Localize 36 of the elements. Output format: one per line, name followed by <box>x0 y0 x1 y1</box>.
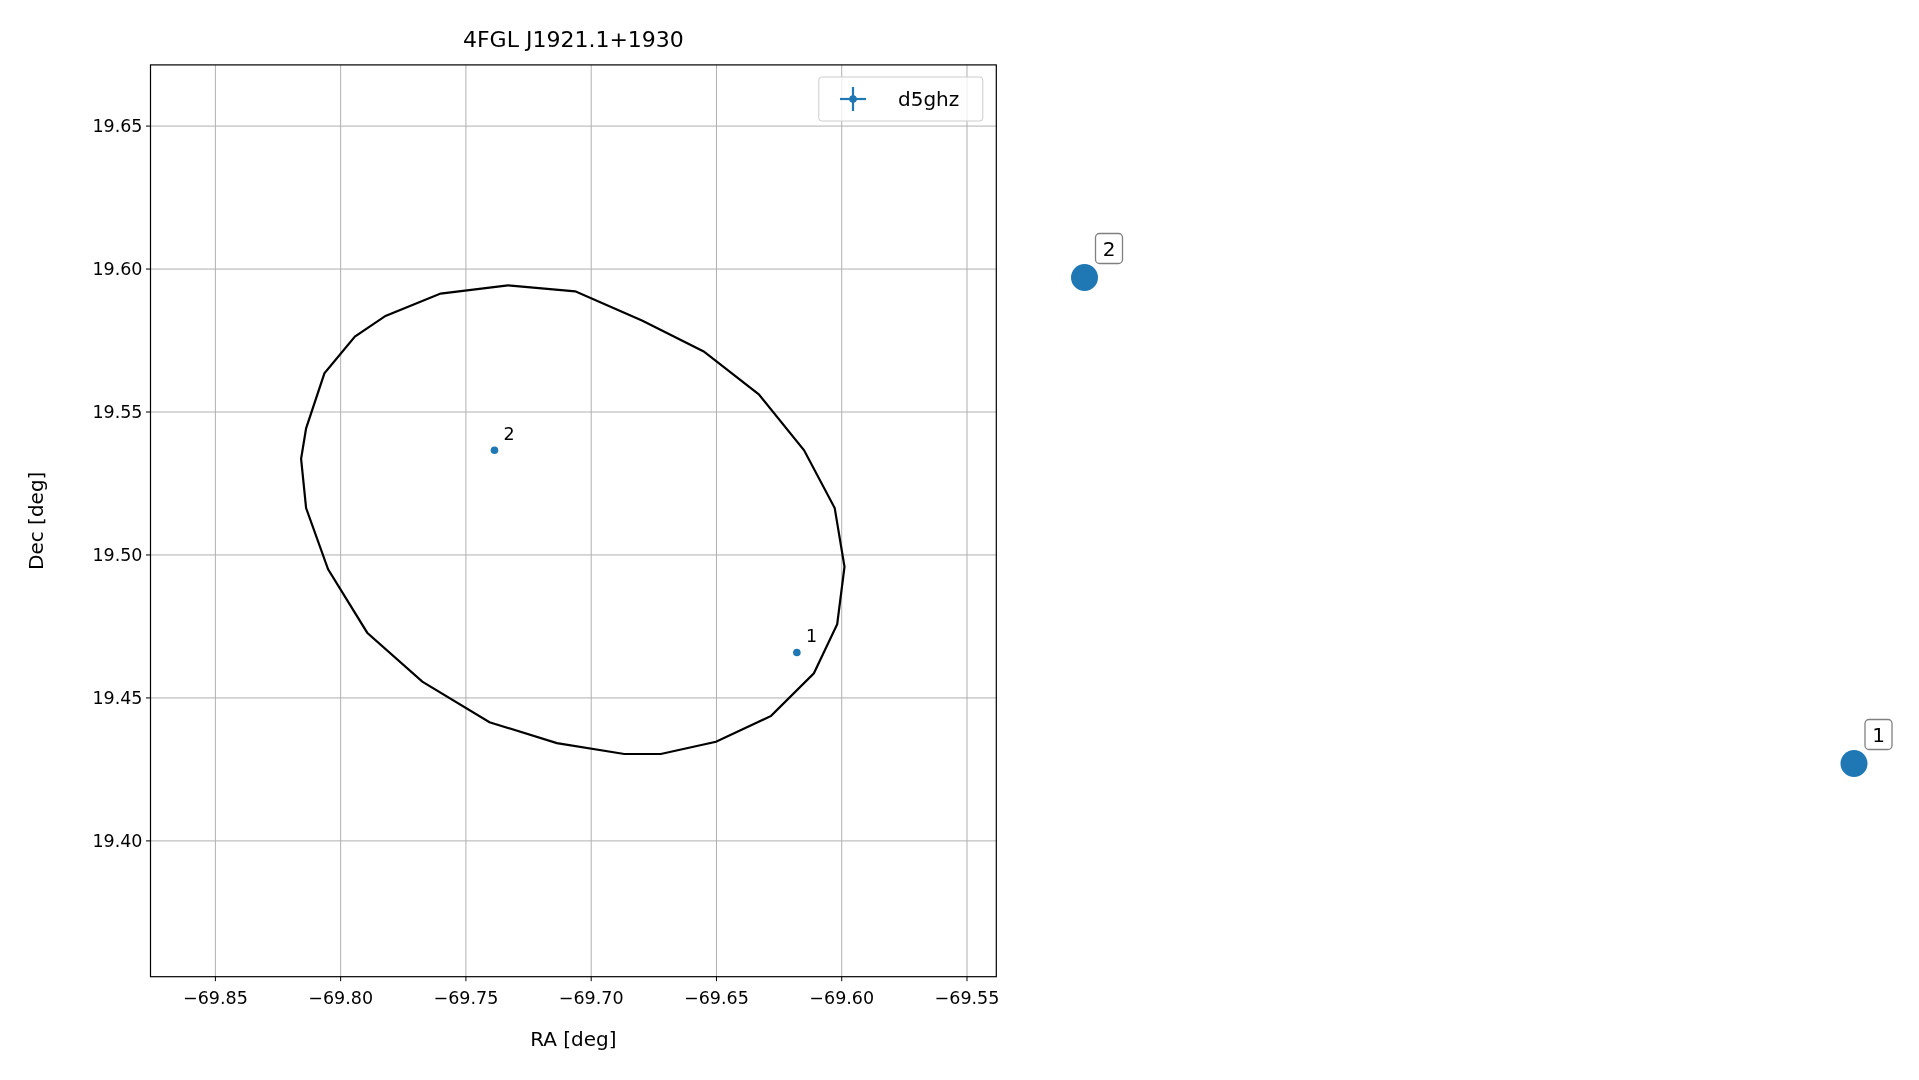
tick-mark <box>145 411 151 413</box>
tick-mark <box>214 976 216 982</box>
tick-label: 19.45 <box>92 687 143 708</box>
tick-label: 19.40 <box>92 830 143 851</box>
tick-mark <box>841 976 843 982</box>
point-label: 1 <box>1864 718 1893 751</box>
x-axis-label: RA [deg] <box>530 1027 617 1051</box>
tick-mark <box>145 697 151 699</box>
tick-label: −69.80 <box>308 987 374 1008</box>
tick-label: −69.65 <box>684 987 749 1008</box>
tick-mark <box>715 976 717 982</box>
tick-label: 19.55 <box>92 402 143 422</box>
tick-label: 19.65 <box>92 116 143 137</box>
point-label: 2 <box>503 424 515 445</box>
tick-mark <box>590 976 592 982</box>
tick-mark <box>145 125 151 127</box>
tick-label: −69.60 <box>809 987 875 1008</box>
tick-label: −69.70 <box>558 987 624 1008</box>
chart-title: 4FGL J1921.1+1930 <box>463 27 684 52</box>
tick-mark <box>966 976 968 982</box>
tick-label: −69.55 <box>934 987 1000 1008</box>
y-axis-label: Dec [deg] <box>24 471 48 570</box>
tick-label: −69.75 <box>433 987 499 1008</box>
point-label: 2 <box>1094 232 1124 265</box>
tick-mark <box>145 554 151 556</box>
marker-dot <box>1071 264 1098 291</box>
legend-label: d5ghz <box>898 87 960 111</box>
tick-mark <box>145 268 151 270</box>
tick-label: −69.85 <box>183 987 248 1008</box>
tick-mark <box>340 976 342 982</box>
point-label: 1 <box>805 626 817 647</box>
tick-mark <box>465 976 467 982</box>
marker-dot <box>1840 750 1868 777</box>
tick-label: 19.50 <box>92 544 143 565</box>
tick-label: 19.60 <box>92 259 143 280</box>
tick-mark <box>145 840 151 842</box>
